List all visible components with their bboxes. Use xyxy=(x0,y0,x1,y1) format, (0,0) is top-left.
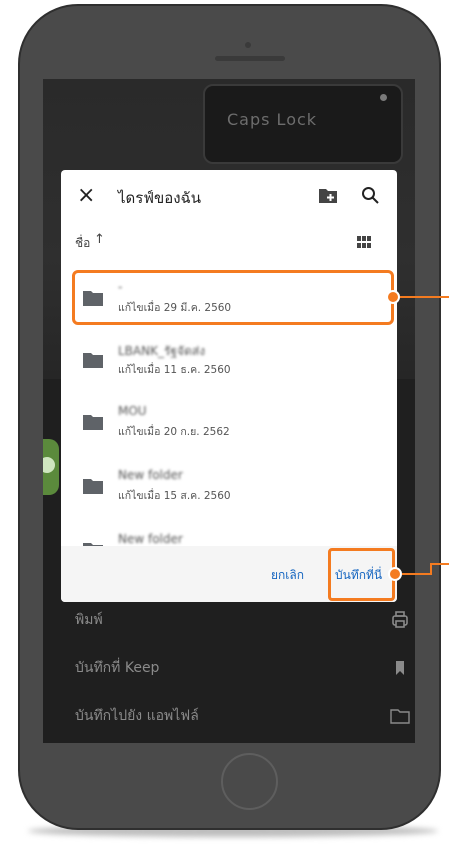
keycap-label: Caps Lock xyxy=(227,110,318,129)
folder-name: New folder xyxy=(118,532,183,546)
folder-row[interactable]: MOU แก้ไขเมื่อ 20 ก.ย. 2562 xyxy=(61,392,397,452)
folder-icon xyxy=(83,353,103,368)
printer-icon xyxy=(392,611,408,628)
menu-item-label: พิมพ์ xyxy=(75,612,103,628)
folder-icon xyxy=(83,415,103,430)
menu-item-keep[interactable]: บันทึกที่ Keep xyxy=(75,653,405,683)
menu-item-label: บันทึกที่ Keep xyxy=(75,660,160,676)
folder-row[interactable]: New folder แก้ไขเมื่อ 15 ส.ค. 2560 xyxy=(61,456,397,516)
cancel-button[interactable]: ยกเลิก xyxy=(271,566,304,585)
bookmark-icon xyxy=(396,661,404,675)
folder-outline-icon xyxy=(390,709,410,724)
grid-view-icon[interactable] xyxy=(357,236,371,248)
folder-modified: แก้ไขเมื่อ 11 ธ.ค. 2560 xyxy=(118,364,231,376)
menu-item-print[interactable]: พิมพ์ xyxy=(75,605,408,635)
highlight-box-first-folder xyxy=(72,270,394,325)
folder-name: MOU xyxy=(118,404,147,418)
callout-line xyxy=(400,296,449,298)
folder-modified: แก้ไขเมื่อ 15 ส.ค. 2560 xyxy=(118,490,231,502)
new-folder-icon[interactable] xyxy=(319,188,337,203)
keycap-led xyxy=(380,94,387,101)
folder-name: LBANK_รัฐจัดส่ง xyxy=(118,344,206,358)
side-tab[interactable] xyxy=(43,439,59,495)
highlight-box-save-button xyxy=(328,548,395,601)
callout-dot xyxy=(386,290,400,304)
folder-name: New folder xyxy=(118,468,183,482)
side-tab-icon xyxy=(43,457,55,473)
sort-arrow-icon[interactable]: ↑ xyxy=(94,232,105,247)
folder-row[interactable]: LBANK_รัฐจัดส่ง แก้ไขเมื่อ 11 ธ.ค. 2560 xyxy=(61,330,397,390)
menu-item-label: บันทึกไปยัง แอพไฟล์ xyxy=(75,708,199,724)
callout-line xyxy=(402,573,432,575)
keycap-image: Caps Lock xyxy=(203,84,403,164)
close-icon[interactable]: × xyxy=(77,185,97,207)
callout-dot xyxy=(388,567,402,581)
folder-modified: แก้ไขเมื่อ 20 ก.ย. 2562 xyxy=(118,426,230,438)
callout-line xyxy=(430,563,449,565)
dialog-title: ไดรฟ์ของฉัน xyxy=(118,189,202,207)
speaker-grille xyxy=(215,56,285,61)
sort-label[interactable]: ชื่อ xyxy=(75,234,90,253)
menu-item-save-to-files[interactable]: บันทึกไปยัง แอพไฟล์ xyxy=(75,701,410,731)
search-icon[interactable] xyxy=(361,186,379,204)
home-button[interactable] xyxy=(221,753,278,810)
save-dialog: × ไดรฟ์ของฉัน ชื่อ ↑ - แก้ไขเมื่อ 29 มี.… xyxy=(61,170,397,602)
folder-icon xyxy=(83,479,103,494)
front-camera xyxy=(245,42,251,48)
